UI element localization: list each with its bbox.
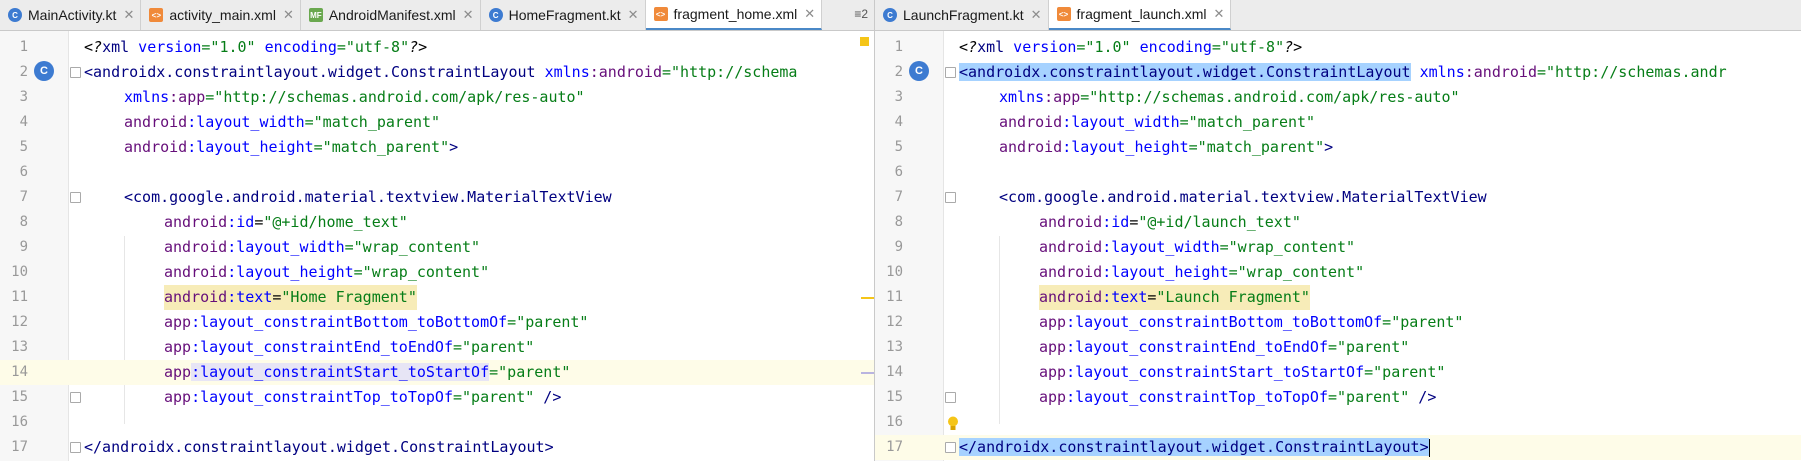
- lightbulb-icon[interactable]: [947, 413, 959, 430]
- code-line: 6: [19, 164, 28, 180]
- class-gutter-icon[interactable]: C: [909, 61, 929, 81]
- manifest-file-icon: MF: [308, 8, 323, 22]
- tab-label: AndroidManifest.xml: [328, 7, 456, 23]
- code-line: 5 android:layout_height="match_parent">: [894, 138, 1334, 156]
- fold-icon[interactable]: [945, 192, 956, 203]
- code-line: 15 app:layout_constraintTop_toTopOf="par…: [11, 388, 562, 406]
- tab-label: fragment_launch.xml: [1076, 6, 1207, 22]
- left-code-editor[interactable]: 1 <?xml version="1.0" encoding="utf-8"?>…: [0, 31, 874, 461]
- close-icon[interactable]: ✕: [804, 6, 815, 22]
- close-icon[interactable]: ✕: [1031, 7, 1042, 23]
- right-code-editor[interactable]: 1 <?xml version="1.0" encoding="utf-8"?>…: [875, 31, 1801, 461]
- code-line: 1 <?xml version="1.0" encoding="utf-8"?>: [894, 38, 1303, 56]
- left-tab-bar: C MainActivity.kt ✕ <> activity_main.xml…: [0, 0, 874, 31]
- tab-label: MainActivity.kt: [28, 7, 117, 23]
- code-line: 8 android:id="@+id/home_text": [19, 213, 408, 231]
- xml-file-icon: <>: [149, 8, 164, 22]
- close-icon[interactable]: ✕: [628, 7, 639, 23]
- code-line: 6: [894, 164, 903, 180]
- right-editor-pane: C LaunchFragment.kt ✕ <> fragment_launch…: [875, 0, 1801, 461]
- left-editor-pane: C MainActivity.kt ✕ <> activity_main.xml…: [0, 0, 875, 461]
- code-line: 13 app:layout_constraintEnd_toEndOf="par…: [11, 338, 535, 356]
- tab-fragment-home-xml[interactable]: <> fragment_home.xml ✕: [645, 0, 823, 30]
- code-line: 4 android:layout_width="match_parent": [894, 113, 1316, 131]
- tab-launchfragment-kt[interactable]: C LaunchFragment.kt ✕: [875, 0, 1049, 30]
- fold-icon[interactable]: [945, 67, 956, 78]
- fold-icon[interactable]: [70, 192, 81, 203]
- warning-marker-icon[interactable]: [860, 37, 869, 46]
- tab-activity-main-xml[interactable]: <> activity_main.xml ✕: [141, 0, 301, 30]
- close-icon[interactable]: ✕: [123, 7, 134, 23]
- code-line: 4 android:layout_width="match_parent": [19, 113, 441, 131]
- xml-file-icon: <>: [653, 7, 668, 21]
- code-line: 11 android:text="Launch Fragment": [875, 285, 1801, 310]
- xml-file-icon: <>: [1056, 7, 1071, 21]
- code-line: 7 <com.google.android.material.textview.…: [19, 188, 612, 206]
- code-line: 2 C <androidx.constraintlayout.widget.Co…: [894, 61, 1727, 81]
- close-icon[interactable]: ✕: [1213, 6, 1224, 22]
- code-line: 7 <com.google.android.material.textview.…: [894, 188, 1487, 206]
- tab-homefragment-kt[interactable]: C HomeFragment.kt ✕: [481, 0, 646, 30]
- tab-label: activity_main.xml: [169, 7, 276, 23]
- text-caret: [1428, 438, 1430, 457]
- fold-icon[interactable]: [945, 442, 956, 453]
- code-line: 3 xmlns:app="http://schemas.android.com/…: [894, 88, 1460, 106]
- tab-label: fragment_home.xml: [673, 6, 798, 22]
- code-line: 9 android:layout_width="wrap_content": [19, 238, 481, 256]
- fold-icon[interactable]: [70, 67, 81, 78]
- code-line-current: 14 app:layout_constraintStart_toStartOf=…: [0, 360, 874, 385]
- class-gutter-icon[interactable]: C: [34, 61, 54, 81]
- code-line: 14 app:layout_constraintStart_toStartOf=…: [886, 363, 1446, 381]
- kotlin-class-icon: C: [883, 8, 897, 22]
- code-line: 2 C <androidx.constraintlayout.widget.Co…: [19, 61, 798, 81]
- code-line: 10 android:layout_height="wrap_content": [11, 263, 490, 281]
- scroll-marker[interactable]: [861, 372, 874, 374]
- right-tab-bar: C LaunchFragment.kt ✕ <> fragment_launch…: [875, 0, 1801, 31]
- tab-label: LaunchFragment.kt: [903, 7, 1024, 23]
- code-line: 15 app:layout_constraintTop_toTopOf="par…: [886, 388, 1437, 406]
- kotlin-class-icon: C: [8, 8, 22, 22]
- scroll-marker[interactable]: [861, 297, 874, 299]
- close-icon[interactable]: ✕: [463, 7, 474, 23]
- tab-list-menu-icon[interactable]: ≡2: [854, 7, 868, 21]
- tab-fragment-launch-xml[interactable]: <> fragment_launch.xml ✕: [1048, 0, 1232, 30]
- code-line: 13 app:layout_constraintEnd_toEndOf="par…: [886, 338, 1410, 356]
- code-line: 3 xmlns:app="http://schemas.android.com/…: [19, 88, 585, 106]
- code-line: 12 app:layout_constraintBottom_toBottomO…: [11, 313, 589, 331]
- code-line: 11 android:text="Home Fragment": [0, 285, 874, 310]
- code-line: 17 </androidx.constraintlayout.widget.Co…: [11, 438, 554, 456]
- code-line: 16: [11, 414, 28, 430]
- tab-androidmanifest-xml[interactable]: MF AndroidManifest.xml ✕: [301, 0, 481, 30]
- fold-icon[interactable]: [945, 392, 956, 403]
- code-line: 8 android:id="@+id/launch_text": [894, 213, 1301, 231]
- fold-icon[interactable]: [70, 392, 81, 403]
- code-line: 16: [875, 410, 1801, 435]
- fold-icon[interactable]: [70, 442, 81, 453]
- tab-mainactivity-kt[interactable]: C MainActivity.kt ✕: [0, 0, 142, 30]
- tab-label: HomeFragment.kt: [508, 7, 621, 23]
- code-line: 9 android:layout_width="wrap_content": [894, 238, 1356, 256]
- code-line: 5 android:layout_height="match_parent">: [19, 138, 459, 156]
- code-line: 12 app:layout_constraintBottom_toBottomO…: [886, 313, 1464, 331]
- close-icon[interactable]: ✕: [283, 7, 294, 23]
- code-line-current: 17 </androidx.constraintlayout.widget.Co…: [875, 435, 1801, 460]
- code-line: 10 android:layout_height="wrap_content": [886, 263, 1365, 281]
- kotlin-class-icon: C: [488, 8, 503, 22]
- editor-split: C MainActivity.kt ✕ <> activity_main.xml…: [0, 0, 1801, 461]
- code-line: 1 <?xml version="1.0" encoding="utf-8"?>: [0, 35, 874, 60]
